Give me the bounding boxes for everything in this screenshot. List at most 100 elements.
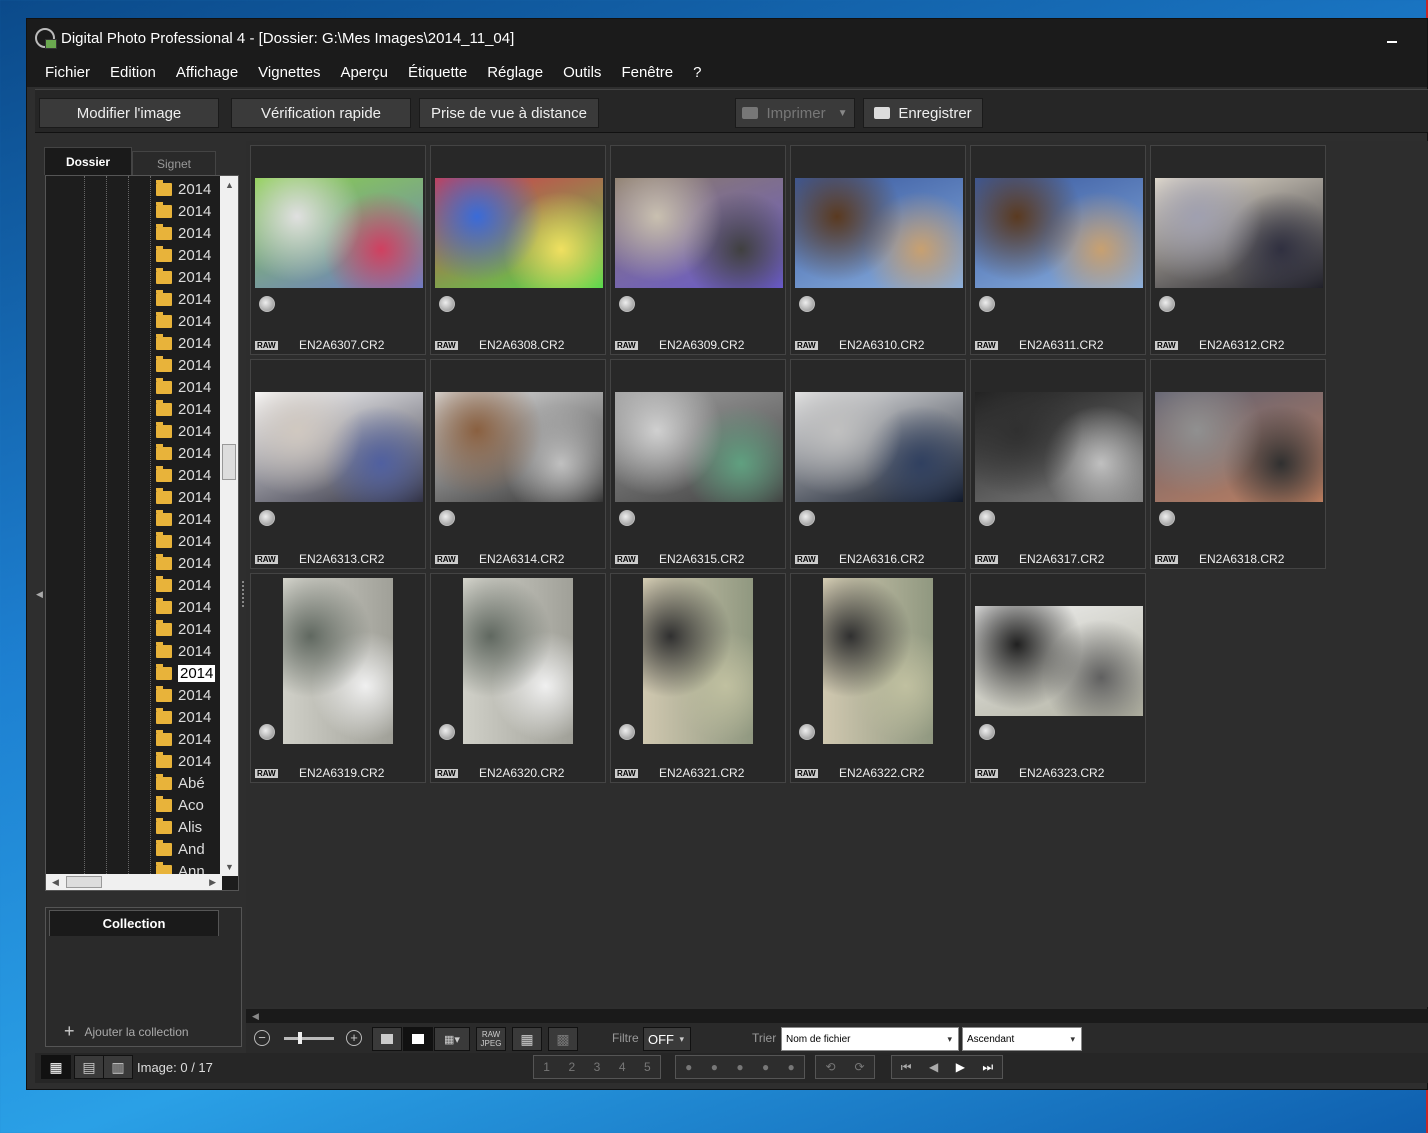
menu-item[interactable]: Vignettes [248,64,330,81]
folder-item[interactable]: 2014 [156,332,211,354]
folder-item[interactable]: 2014 [156,266,211,288]
thumbnail-image[interactable] [255,392,423,502]
thumbnail-cell[interactable]: RAW EN2A6321.CR2 [610,573,786,783]
thumbnail-cell[interactable]: RAW EN2A6322.CR2 [790,573,966,783]
folder-item[interactable]: 2014 [156,376,211,398]
thumbnail-cell[interactable]: RAW EN2A6309.CR2 [610,145,786,355]
tab-signet[interactable]: Signet [132,151,216,175]
thumbnail-cell[interactable]: RAW EN2A6314.CR2 [430,359,606,569]
rating-4-button[interactable]: 4 [619,1060,626,1074]
prev-icon[interactable]: ◀ [929,1060,938,1074]
folder-tree[interactable]: 2014 2014 2014 2014 2014 2014 2014 2014 2014 2014… [45,175,239,891]
thumbnail-size-slider[interactable] [284,1032,334,1044]
folder-item[interactable]: 2014 [156,288,211,310]
folder-item[interactable]: 2014 [156,552,211,574]
rotate-left-icon[interactable]: ⟲ [825,1060,835,1074]
sort-select[interactable]: Nom de fichier [781,1027,959,1051]
scroll-down-icon[interactable]: ▼ [225,862,234,872]
layout-preview-button[interactable]: ▤ [74,1055,104,1079]
scrollbar-thumb[interactable] [66,876,102,888]
check-mark-icon[interactable] [799,510,815,526]
layout-list-button[interactable]: ▥ [103,1055,133,1079]
folder-item[interactable]: 2014 [156,750,211,772]
folder-item[interactable]: 2014 [156,508,211,530]
thumbnail-image[interactable] [435,178,603,288]
rating-5-button[interactable]: 5 [644,1060,651,1074]
rating-2-button[interactable]: 2 [568,1060,575,1074]
quick-check-button[interactable]: Vérification rapide [231,98,411,128]
thumbnail-cell[interactable]: RAW EN2A6317.CR2 [970,359,1146,569]
check-mark-icon[interactable] [979,296,995,312]
tree-vertical-scrollbar[interactable]: ▲ ▼ [220,176,238,876]
thumbnail-image[interactable] [795,178,963,288]
zoom-out-icon[interactable]: − [254,1030,270,1046]
thumbnail-cell[interactable]: RAW EN2A6312.CR2 [1150,145,1326,355]
folder-item[interactable]: 2014 [156,244,211,266]
check-mark-icon[interactable] [259,510,275,526]
folder-item[interactable]: 2014 [156,618,211,640]
grid-overlay-button[interactable]: ▩ [548,1027,578,1051]
grid-layout-button[interactable]: ▦ [512,1027,542,1051]
thumbnail-image[interactable] [823,578,933,744]
check-mark-icon[interactable] [1159,510,1175,526]
thumbnail-image[interactable] [1155,178,1323,288]
check-mark-icon[interactable] [799,296,815,312]
zoom-in-icon[interactable]: + [346,1030,362,1046]
menu-item[interactable]: Aperçu [330,64,398,81]
check-mark-icon[interactable] [439,296,455,312]
thumbnail-image[interactable] [615,392,783,502]
folder-item[interactable]: 2014 [156,420,211,442]
thumbnail-cell[interactable]: RAW EN2A6313.CR2 [250,359,426,569]
folder-item[interactable]: 2014 [156,574,211,596]
menu-item[interactable]: Affichage [166,64,248,81]
scroll-right-icon[interactable]: ▶ [209,877,216,888]
folder-item[interactable]: 2014 [156,486,211,508]
folder-item[interactable]: 2014 [156,398,211,420]
thumbnail-image[interactable] [795,392,963,502]
view-medium-button[interactable] [403,1027,433,1051]
edit-image-button[interactable]: Modifier l'image [39,98,219,128]
tab-dossier[interactable]: Dossier [44,147,132,175]
view-grid-dropdown[interactable]: ▦▾ [434,1027,470,1051]
thumbnail-cell[interactable]: RAW EN2A6307.CR2 [250,145,426,355]
folder-item[interactable]: Alis [156,816,202,838]
folder-item[interactable]: 2014 [156,178,211,200]
folder-item[interactable]: 2014 [156,530,211,552]
folder-item[interactable]: 2014 [156,464,211,486]
collection-title[interactable]: Collection [49,910,219,936]
folder-item[interactable]: 2014 [156,684,211,706]
slider-knob[interactable] [298,1032,302,1044]
folder-item[interactable]: 2014 [156,662,216,684]
thumbnail-image[interactable] [255,178,423,288]
layout-grid-button[interactable]: ▦ [41,1055,71,1079]
thumbnail-image[interactable] [463,578,573,744]
menu-item[interactable]: Fenêtre [611,64,683,81]
thumbnail-cell[interactable]: RAW EN2A6311.CR2 [970,145,1146,355]
thumbnail-cell[interactable]: RAW EN2A6315.CR2 [610,359,786,569]
folder-item[interactable]: 2014 [156,728,211,750]
menu-item[interactable]: Edition [100,64,166,81]
scroll-up-icon[interactable]: ▲ [225,180,234,190]
thumbnail-cell[interactable]: RAW EN2A6308.CR2 [430,145,606,355]
thumbnail-cell[interactable]: RAW EN2A6320.CR2 [430,573,606,783]
scroll-left-icon[interactable]: ◀ [52,877,59,888]
dot-icon[interactable]: ● [788,1060,795,1074]
minimize-icon[interactable] [1387,41,1397,43]
thumbnail-image[interactable] [615,178,783,288]
check-mark-icon[interactable] [1159,296,1175,312]
thumbnail-image[interactable] [975,178,1143,288]
thumbnail-image[interactable] [435,392,603,502]
thumbnail-cell[interactable]: RAW EN2A6318.CR2 [1150,359,1326,569]
menu-item[interactable]: Fichier [35,64,100,81]
check-mark-icon[interactable] [619,510,635,526]
folder-item[interactable]: 2014 [156,310,211,332]
thumbnail-cell[interactable]: RAW EN2A6319.CR2 [250,573,426,783]
menu-item[interactable]: Outils [553,64,611,81]
check-mark-icon[interactable] [979,724,995,740]
thumbnail-cell[interactable]: RAW EN2A6323.CR2 [970,573,1146,783]
collapse-left-icon[interactable]: ◀ [36,589,43,600]
folder-item[interactable]: 2014 [156,200,211,222]
folder-item[interactable]: 2014 [156,442,211,464]
view-small-button[interactable] [372,1027,402,1051]
rating-1-button[interactable]: 1 [543,1060,550,1074]
